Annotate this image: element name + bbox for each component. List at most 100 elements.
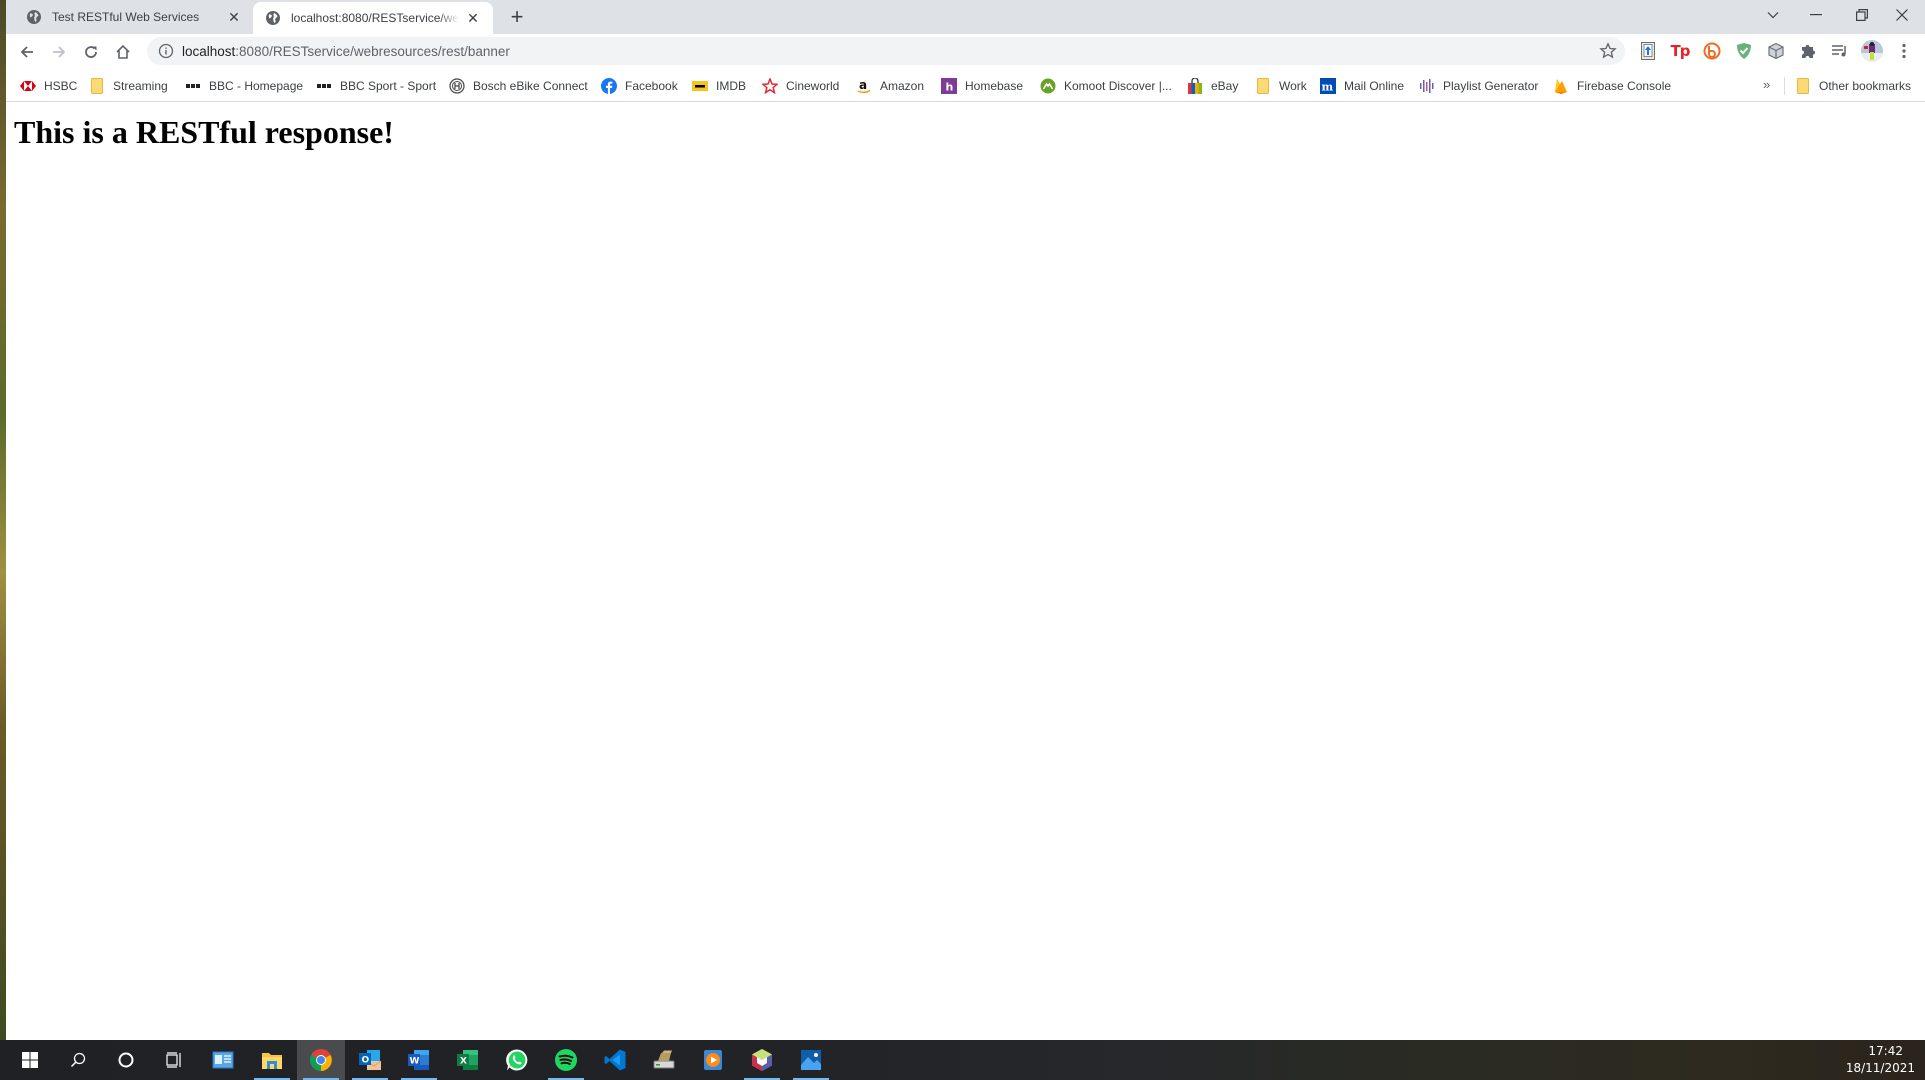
page-heading: This is a RESTful response! bbox=[14, 114, 394, 150]
taskbar-word[interactable]: W bbox=[395, 1040, 443, 1080]
bookmark-mail-online[interactable]: m Mail Online bbox=[1320, 77, 1404, 95]
bbc-icon bbox=[316, 78, 332, 94]
bookmark-label: Other bookmarks bbox=[1819, 79, 1912, 93]
reload-button[interactable] bbox=[77, 38, 105, 66]
taskbar-vscode[interactable] bbox=[591, 1040, 639, 1080]
bookmark-amazon[interactable]: a Amazon bbox=[856, 77, 924, 95]
outlook-icon: O bbox=[359, 1050, 382, 1070]
bookmark-label: IMDB bbox=[716, 79, 746, 93]
facebook-icon bbox=[601, 78, 617, 94]
bookmark-upload-icon[interactable] bbox=[1637, 40, 1659, 62]
honey-icon[interactable] bbox=[1701, 40, 1723, 62]
search-button[interactable] bbox=[54, 1040, 102, 1080]
taskbar-spotify[interactable] bbox=[542, 1040, 590, 1080]
taskbar-outlook[interactable]: O bbox=[346, 1040, 394, 1080]
start-button[interactable] bbox=[6, 1040, 54, 1080]
bookmark-streaming[interactable]: Streaming bbox=[89, 77, 168, 95]
profile-avatar[interactable] bbox=[1861, 40, 1883, 62]
info-icon[interactable] bbox=[158, 43, 174, 59]
media-control-icon[interactable] bbox=[1829, 40, 1851, 62]
cortana-button[interactable] bbox=[102, 1040, 150, 1080]
taskbar-control-panel[interactable] bbox=[199, 1040, 247, 1080]
folder-icon bbox=[89, 78, 105, 94]
close-tab-icon[interactable]: ✕ bbox=[465, 10, 481, 26]
cineworld-icon bbox=[762, 78, 778, 94]
bookmark-label: eBay bbox=[1211, 79, 1239, 93]
ebay-icon bbox=[1187, 78, 1203, 94]
tab-test-restful[interactable]: Test RESTful Web Services ✕ bbox=[14, 0, 254, 34]
minimize-button[interactable] bbox=[1793, 0, 1839, 30]
adguard-icon[interactable] bbox=[1733, 40, 1755, 62]
bookmark-ebay[interactable]: eBay bbox=[1187, 77, 1238, 95]
taskbar-media-player[interactable] bbox=[689, 1040, 737, 1080]
taskbar-chrome[interactable] bbox=[297, 1040, 345, 1080]
bookmark-label: Cineworld bbox=[786, 79, 840, 93]
bookmark-homebase[interactable]: h Homebase bbox=[941, 77, 1023, 95]
drive-app-icon bbox=[653, 1050, 675, 1069]
tab-localhost-banner[interactable]: localhost:8080/RESTservice/webresources/… bbox=[253, 2, 493, 34]
taskbar-photos[interactable] bbox=[787, 1040, 835, 1080]
bookmark-bbc-homepage[interactable]: BBC - Homepage bbox=[185, 77, 303, 95]
system-clock[interactable]: 17:42 18/11/2021 bbox=[1846, 1043, 1915, 1077]
taskbar: O W X 17:42 18/11/2021 bbox=[0, 1040, 1925, 1080]
task-view-button[interactable] bbox=[150, 1040, 198, 1080]
taskbar-whatsapp[interactable] bbox=[493, 1040, 541, 1080]
browser-window: Test RESTful Web Services ✕ localhost:80… bbox=[6, 0, 1925, 1040]
bookmark-other-bookmarks[interactable]: Other bookmarks bbox=[1795, 77, 1911, 95]
url-path: :8080/RESTservice/webresources/rest/bann… bbox=[235, 43, 510, 59]
bookmark-imdb[interactable]: IMDB bbox=[692, 77, 746, 95]
bosch-icon bbox=[449, 78, 465, 94]
svg-text:W: W bbox=[410, 1057, 420, 1067]
bookmark-star-icon[interactable] bbox=[1599, 42, 1617, 60]
restore-icon bbox=[1856, 9, 1868, 21]
bbc-icon bbox=[185, 78, 201, 94]
taskbar-file-explorer[interactable] bbox=[248, 1040, 296, 1080]
bookmark-firebase[interactable]: Firebase Console bbox=[1553, 77, 1671, 95]
svg-text:O: O bbox=[362, 1056, 370, 1066]
taskbar-drive-app[interactable] bbox=[640, 1040, 688, 1080]
cube-icon[interactable] bbox=[1765, 40, 1787, 62]
bookmark-label: HSBC bbox=[44, 79, 78, 93]
address-bar[interactable]: localhost:8080/RESTservice/webresources/… bbox=[147, 37, 1625, 65]
bookmark-bosch[interactable]: Bosch eBike Connect bbox=[449, 77, 588, 95]
menu-icon[interactable] bbox=[1893, 40, 1915, 62]
url-host: localhost bbox=[182, 43, 236, 59]
bookmark-label: Mail Online bbox=[1344, 79, 1405, 93]
word-icon: W bbox=[408, 1050, 429, 1070]
bookmark-label: Facebook bbox=[625, 79, 678, 93]
svg-text:h: h bbox=[946, 81, 954, 94]
bookmark-label: Homebase bbox=[965, 79, 1024, 93]
bookmarks-overflow-button[interactable]: » bbox=[1763, 77, 1770, 92]
taskbar-netbeans[interactable] bbox=[738, 1040, 786, 1080]
globe-icon bbox=[266, 11, 280, 25]
cortana-icon bbox=[118, 1052, 134, 1068]
puzzle-icon[interactable] bbox=[1797, 40, 1819, 62]
amazon-icon: a bbox=[856, 78, 872, 94]
bookmark-work[interactable]: Work bbox=[1255, 77, 1307, 95]
browser-toolbar: localhost:8080/RESTservice/webresources/… bbox=[6, 34, 1925, 69]
back-button[interactable] bbox=[13, 38, 41, 66]
new-tab-button[interactable]: + bbox=[505, 6, 529, 30]
close-tab-icon[interactable]: ✕ bbox=[226, 9, 242, 25]
bookmark-bbc-sport[interactable]: BBC Sport - Sport bbox=[316, 77, 436, 95]
url-text: localhost:8080/RESTservice/webresources/… bbox=[182, 44, 510, 59]
bookmark-komoot[interactable]: Komoot Discover |... bbox=[1040, 77, 1172, 95]
close-window-button[interactable] bbox=[1879, 0, 1925, 30]
arrow-left-icon bbox=[20, 46, 33, 58]
komoot-icon bbox=[1040, 78, 1056, 94]
bookmark-label: Bosch eBike Connect bbox=[473, 79, 588, 93]
forward-button[interactable] bbox=[45, 38, 73, 66]
taskbar-excel[interactable]: X bbox=[444, 1040, 492, 1080]
tp-icon[interactable]: Tp bbox=[1669, 40, 1691, 62]
tab-search-button[interactable] bbox=[1750, 0, 1796, 30]
imdb-icon bbox=[692, 78, 708, 94]
home-button[interactable] bbox=[109, 38, 137, 66]
bookmark-label: Komoot Discover |... bbox=[1064, 79, 1172, 93]
svg-text:X: X bbox=[460, 1057, 467, 1067]
bookmark-playlist-generator[interactable]: Playlist Generator bbox=[1419, 77, 1538, 95]
bookmark-hsbc[interactable]: HSBC bbox=[20, 77, 77, 95]
bookmark-facebook[interactable]: Facebook bbox=[601, 77, 678, 95]
search-icon bbox=[70, 1052, 86, 1068]
svg-text:m: m bbox=[1322, 81, 1334, 94]
bookmark-cineworld[interactable]: Cineworld bbox=[762, 77, 839, 95]
